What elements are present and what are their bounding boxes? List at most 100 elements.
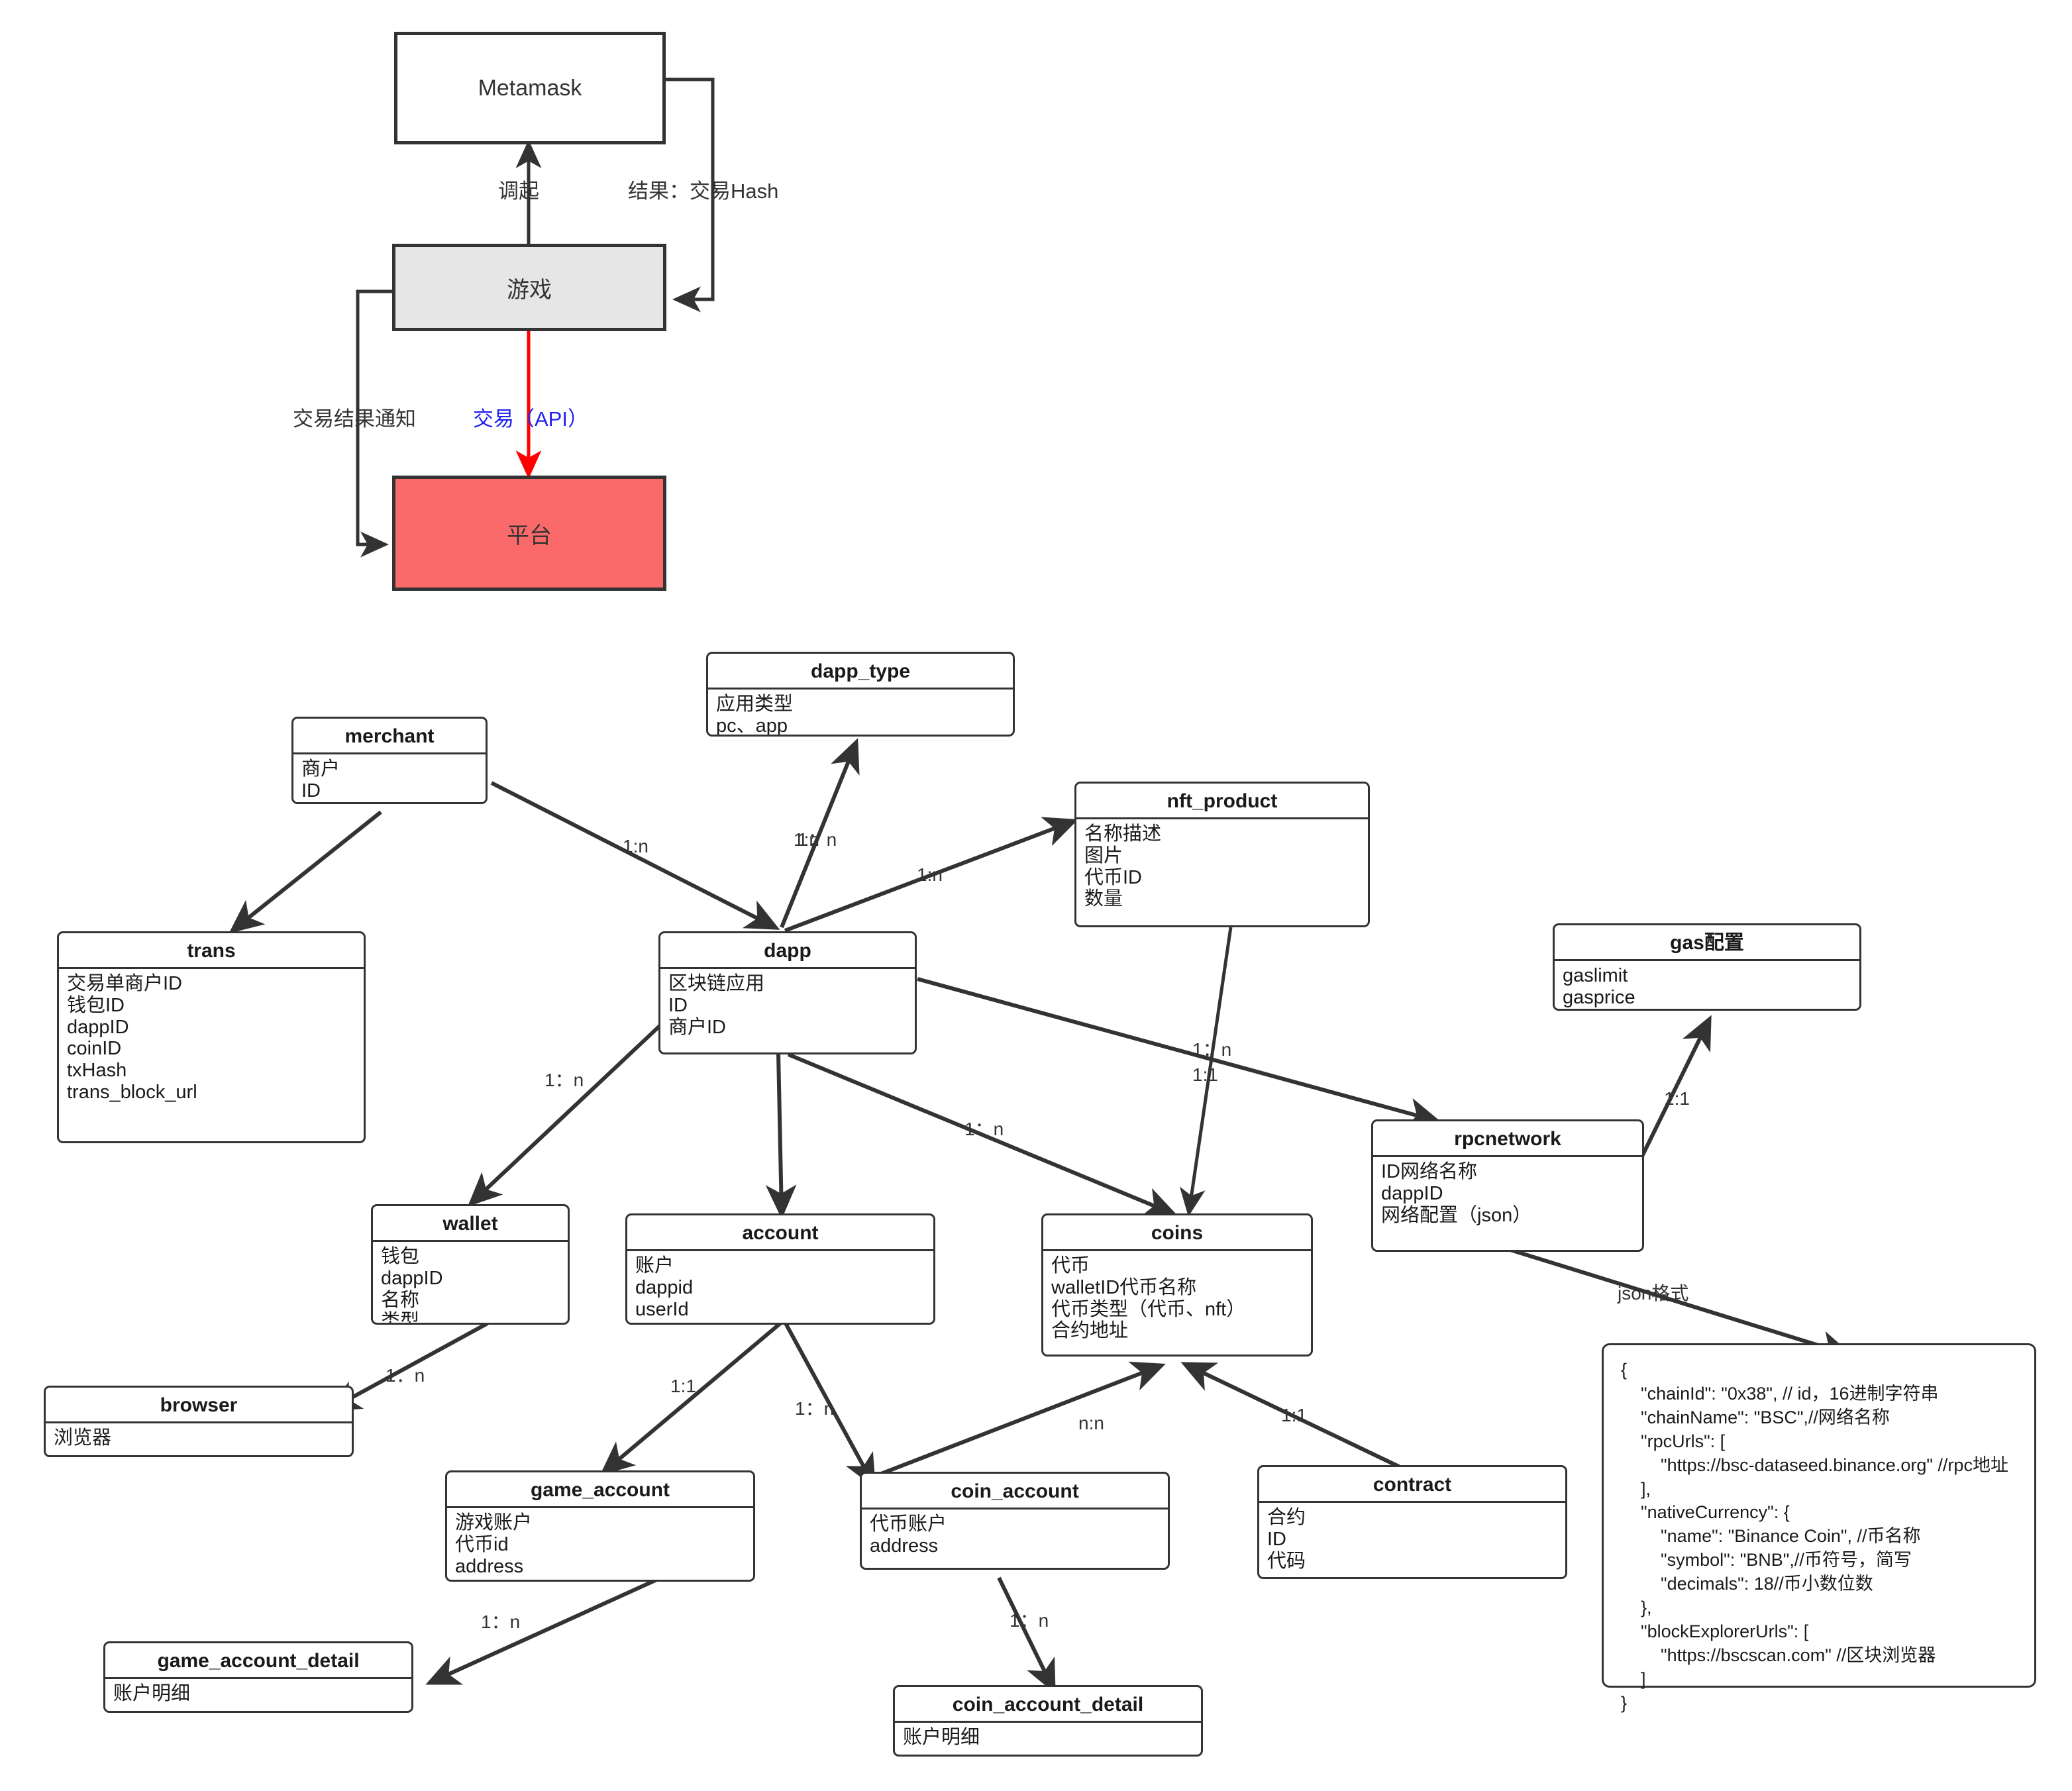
entity-account[interactable]: account 账户 dappid userId: [625, 1213, 935, 1325]
attr: 代币ID: [1084, 866, 1143, 888]
attr: 图片: [1084, 844, 1123, 866]
entity-wallet[interactable]: wallet 钱包 dappID 名称 类型: [371, 1204, 570, 1325]
entity-nft-product-attrs: 名称描述 图片 代币ID 数量: [1076, 819, 1368, 915]
entity-wallet-attrs: 钱包 dappID 名称 类型: [373, 1242, 568, 1325]
attr: coinID: [67, 1038, 122, 1060]
attr: address: [870, 1535, 939, 1557]
rel-label-rpcnetwork-gas: 1:1: [1664, 1088, 1690, 1109]
attr: 代币id: [455, 1533, 509, 1555]
rel-label-dapp-wallet: 1：n: [544, 1070, 584, 1090]
rel-label-dapp-nftproduct: 1:n: [917, 864, 943, 885]
entity-merchant[interactable]: merchant 商户 ID: [291, 717, 488, 804]
rel-label-account-gameaccount: 1:1: [670, 1376, 696, 1396]
flow-box-metamask[interactable]: Metamask: [394, 32, 666, 144]
entity-coin-account-attrs: 代币账户 address: [862, 1510, 1168, 1562]
entity-coin-account-detail-attrs: 账户明细: [895, 1723, 1201, 1754]
attr: ID: [668, 994, 688, 1016]
attr: 账户明细: [903, 1727, 980, 1748]
entity-dapp-type-name: dapp_type: [708, 654, 1013, 690]
entity-trans-attrs: 交易单商户ID 钱包ID dappID coinID txHash trans_…: [59, 969, 364, 1109]
entity-game-account-detail[interactable]: game_account_detail 账户明细: [103, 1641, 413, 1713]
attr: 账户: [635, 1255, 674, 1276]
entity-trans[interactable]: trans 交易单商户ID 钱包ID dappID coinID txHash …: [57, 931, 366, 1143]
attr: 区块链应用: [668, 973, 765, 994]
attr: ID: [1267, 1528, 1286, 1550]
entity-nft-product[interactable]: nft_product 名称描述 图片 代币ID 数量: [1074, 782, 1370, 927]
entity-rpcnetwork[interactable]: rpcnetwork ID网络名称 dappID 网络配置（json）: [1371, 1119, 1644, 1252]
attr: gasprice: [1563, 986, 1635, 1008]
entity-coins-attrs: 代币 walletID代币名称 代币类型（代币、nft） 合约地址: [1043, 1251, 1311, 1347]
attr: dappID: [1381, 1182, 1443, 1204]
edge-label-invoke: 调起: [498, 179, 539, 203]
entity-game-account-name: game_account: [447, 1472, 753, 1508]
attr: 代币账户: [870, 1513, 947, 1535]
attr: 数量: [1084, 888, 1123, 910]
attr: ID网络名称: [1381, 1161, 1478, 1182]
entity-dapp[interactable]: dapp 区块链应用 ID 商户ID: [658, 931, 917, 1054]
attr: 代币: [1051, 1255, 1090, 1276]
attr: pc、app: [716, 715, 788, 737]
attr: trans_block_url: [67, 1081, 197, 1103]
entity-browser[interactable]: browser 浏览器: [44, 1386, 354, 1457]
entity-dapp-attrs: 区块链应用 ID 商户ID: [660, 969, 915, 1043]
attr: 合约地址: [1051, 1320, 1129, 1342]
attr: dappID: [381, 1267, 443, 1289]
entity-game-account-detail-attrs: 账户明细: [105, 1679, 411, 1710]
entity-game-account-attrs: 游戏账户 代币id address: [447, 1508, 753, 1580]
entity-game-account[interactable]: game_account 游戏账户 代币id address: [445, 1470, 755, 1582]
entity-game-account-detail-name: game_account_detail: [105, 1643, 411, 1679]
entity-gas-config[interactable]: gas配置 gaslimit gasprice: [1553, 923, 1861, 1011]
rel-label-nftproduct-coins: 1:1: [1192, 1064, 1218, 1085]
entity-contract-name: contract: [1259, 1467, 1565, 1503]
entity-coin-account-detail-name: coin_account_detail: [895, 1687, 1201, 1723]
entity-account-attrs: 账户 dappid userId: [627, 1251, 933, 1323]
attr: 合约: [1267, 1507, 1306, 1528]
edge-label-trade-api: 交易（API）: [473, 407, 588, 431]
entity-merchant-attrs: 商户 ID: [293, 754, 486, 802]
flow-box-platform[interactable]: 平台: [392, 476, 666, 591]
rel-label-account-coinaccount: 1：n: [795, 1398, 835, 1419]
attr: 代码: [1267, 1550, 1306, 1572]
attr: gaslimit: [1563, 965, 1628, 986]
json-config-text: { "chainId": "0x38", // id，16进制字符串 "chai…: [1621, 1360, 2008, 1713]
attr: 商户ID: [668, 1016, 727, 1038]
attr: ID: [301, 780, 321, 801]
rel-label-dapp-dapptype: 1：n: [798, 829, 837, 850]
edge-dapp-rpcnetwork: [917, 977, 1442, 1129]
attr: walletID代币名称: [1051, 1276, 1197, 1298]
entity-coin-account[interactable]: coin_account 代币账户 address: [860, 1472, 1170, 1570]
entity-gas-config-name: gas配置: [1555, 925, 1859, 961]
attr: 浏览器: [54, 1427, 112, 1449]
edge-merchant-trans: [229, 810, 382, 934]
edge-label-notify: 交易结果通知: [293, 407, 416, 431]
edge-dapp-wallet: [467, 1021, 664, 1207]
attr: 类型: [381, 1311, 420, 1325]
diagram-canvas: Metamask 游戏 平台 调起 结果：交易Hash 交易结果通知 交易（AP…: [0, 0, 2072, 1791]
rel-label-rpcnetwork-json: json格式: [1618, 1283, 1689, 1304]
attr: 账户明细: [113, 1683, 191, 1704]
attr: 名称: [381, 1289, 420, 1311]
entity-dapp-type[interactable]: dapp_type 应用类型 pc、app: [706, 652, 1015, 737]
entity-contract[interactable]: contract 合约 ID 代码: [1257, 1465, 1567, 1579]
attr: 钱包ID: [67, 994, 125, 1016]
attr: address: [455, 1555, 524, 1577]
entity-coins[interactable]: coins 代币 walletID代币名称 代币类型（代币、nft） 合约地址: [1041, 1213, 1313, 1356]
edge-coinaccount-coins: [880, 1361, 1166, 1476]
entity-rpcnetwork-name: rpcnetwork: [1373, 1121, 1642, 1157]
entity-coin-account-detail[interactable]: coin_account_detail 账户明细: [893, 1685, 1203, 1757]
attr: 游戏账户: [455, 1512, 533, 1533]
rel-label-dapp-rpcnetwork: 1：n: [1192, 1039, 1232, 1060]
rel-label-coinaccount-coins: n:n: [1078, 1413, 1104, 1433]
edge-label-result: 结果：交易Hash: [628, 179, 779, 203]
edge-gameaccount-detail: [425, 1569, 677, 1685]
entity-rpcnetwork-attrs: ID网络名称 dappID 网络配置（json）: [1373, 1157, 1642, 1231]
edge-coinaccount-detail: [997, 1576, 1056, 1694]
flow-box-game-label: 游戏: [507, 277, 552, 303]
entity-gas-config-attrs: gaslimit gasprice: [1555, 961, 1859, 1009]
entity-account-name: account: [627, 1215, 933, 1251]
entity-merchant-name: merchant: [293, 719, 486, 754]
entity-browser-attrs: 浏览器: [46, 1423, 352, 1455]
attr: 应用类型: [716, 693, 794, 715]
attr: 名称描述: [1084, 823, 1162, 844]
flow-box-game[interactable]: 游戏: [392, 244, 666, 331]
